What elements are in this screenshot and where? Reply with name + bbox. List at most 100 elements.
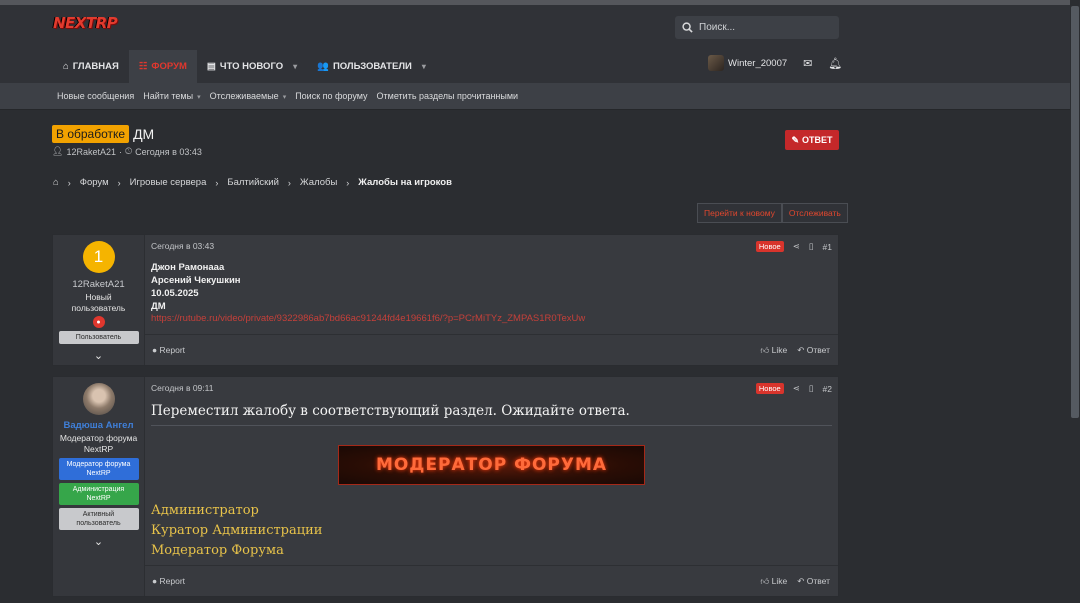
chevron-right-icon: › (67, 177, 71, 188)
tab-users-label: ПОЛЬЗОВАТЕЛИ (332, 61, 412, 72)
thread-author[interactable]: 12RaketA21 (66, 147, 116, 157)
post-reply-button[interactable]: ↶ Ответ (797, 345, 830, 356)
share-icon[interactable]: ⋖ (793, 383, 800, 394)
chevron-right-icon: › (346, 177, 350, 188)
avatar[interactable]: 1 (82, 241, 115, 273)
logo-text: NEXTRP (53, 14, 118, 32)
mail-icon[interactable]: ✉ (803, 57, 812, 70)
whats-new-icon: ▤ (206, 61, 216, 72)
new-badge: Новое (755, 241, 784, 252)
post-meta-actions: Новое ⋖ ▯ #1 (755, 241, 832, 252)
subnav-search-forum[interactable]: Поиск по форуму (295, 91, 367, 101)
chevron-down-icon[interactable]: ▾ (197, 94, 201, 101)
search-input[interactable] (699, 22, 829, 33)
chevron-down-icon[interactable]: ▾ (293, 62, 297, 71)
bookmark-icon[interactable]: ▯ (809, 241, 814, 252)
subnav-new-posts[interactable]: Новые сообщения (57, 91, 134, 101)
bookmark-icon[interactable]: ▯ (809, 383, 814, 394)
post-date[interactable]: Сегодня в 03:43 (151, 241, 214, 252)
chevron-down-icon[interactable]: ▾ (283, 94, 287, 101)
report-label: Report (159, 576, 186, 586)
scrollbar-thumb[interactable] (1071, 6, 1079, 418)
thread-title-row: В обработке ДМ (52, 125, 154, 143)
like-button[interactable]: 👍︎ Like (760, 345, 787, 356)
like-label: Like (771, 344, 788, 355)
post-number[interactable]: #2 (823, 384, 832, 394)
subnav-watched[interactable]: Отслеживаемые ▾ (210, 91, 287, 101)
breadcrumb-item[interactable]: Форум (80, 177, 109, 188)
thread-prefix-badge[interactable]: В обработке (52, 125, 130, 143)
sub-navigation: Новые сообщения Найти темы ▾ Отслеживаемы… (0, 83, 1070, 110)
like-button[interactable]: 👍︎ Like (760, 576, 787, 587)
tab-users[interactable]: 👥 ПОЛЬЗОВАТЕЛИ ▾ (307, 50, 436, 83)
post-1: 1 12RaketA21 Новый пользователь ● Пользо… (52, 234, 839, 366)
breadcrumb-item[interactable]: Жалобы (300, 177, 337, 188)
post-message: Переместил жалобу в соответствующий разд… (151, 403, 630, 419)
clock-icon: 🕓︎ (124, 146, 133, 156)
post-reply-label: Ответ (806, 575, 830, 586)
report-link[interactable]: ● Report (152, 345, 185, 355)
chevron-down-icon[interactable]: ⌄ (94, 535, 103, 548)
home-icon: ⌂ (63, 61, 69, 72)
breadcrumb-current[interactable]: Жалобы на игроков (358, 177, 452, 188)
signature-line: Куратор Администрации (151, 523, 323, 538)
signature-line: Администратор (151, 503, 259, 518)
report-link[interactable]: ● Report (152, 576, 185, 586)
tab-whats-new[interactable]: ▤ ЧТО НОВОГО ▾ (197, 50, 307, 83)
chevron-right-icon: › (215, 177, 219, 188)
post-2: Вадюша Ангел Модератор форума NextRP Мод… (52, 376, 839, 597)
tab-home[interactable]: ⌂ ГЛАВНАЯ (53, 50, 129, 83)
subnav-find-threads[interactable]: Найти темы ▾ (143, 91, 200, 101)
reply-button[interactable]: ✎ ОТВЕТ (785, 130, 839, 150)
chevron-down-icon[interactable]: ▾ (422, 62, 426, 71)
signature-divider (151, 425, 832, 426)
breadcrumb-item[interactable]: Балтийский (227, 177, 279, 188)
watch-button[interactable]: Отслеживать (781, 203, 848, 223)
post-footer: ● Report 👍︎ Like ↶ Ответ (145, 565, 838, 596)
post-body: Джон Рамонааа Арсений Чекушкин 10.05.202… (151, 261, 832, 324)
tab-forum[interactable]: ☷ ФОРУМ (128, 50, 197, 83)
report-label: Report (159, 345, 186, 355)
thumbs-up-icon: 👍︎ (760, 575, 770, 586)
share-icon[interactable]: ⋖ (793, 241, 800, 252)
post-username[interactable]: 12RaketA21 (72, 279, 124, 290)
post-username[interactable]: Вадюша Ангел (63, 420, 133, 431)
site-logo[interactable]: NEXTRP (53, 14, 118, 36)
like-label: Like (771, 575, 788, 586)
reply-arrow-icon: ↶ (797, 344, 805, 355)
bell-icon[interactable]: 🔔︎ (828, 57, 842, 70)
account-username[interactable]: Winter_20007 (728, 58, 787, 69)
user-title: Новый пользователь (71, 292, 126, 313)
post-user-info: 1 12RaketA21 Новый пользователь ● Пользо… (53, 235, 145, 365)
thread-actions: Перейти к новому Отслеживать (697, 203, 848, 223)
post-reply-button[interactable]: ↶ Ответ (797, 576, 830, 587)
user-banner-moderator: Модератор форума NextRP (58, 458, 139, 480)
signature-banner: МОДЕРАТОР ФОРУМА (338, 445, 645, 485)
thumbs-up-icon: 👍︎ (760, 344, 770, 355)
search-box[interactable] (675, 16, 839, 39)
pencil-icon: ✎ (791, 134, 800, 145)
post-date[interactable]: Сегодня в 09:11 (151, 383, 213, 394)
reply-button-label: ОТВЕТ (802, 135, 833, 145)
breadcrumb-item[interactable]: Игровые сервера (130, 177, 207, 188)
home-icon[interactable]: ⌂ (53, 177, 59, 188)
signature-line: Модератор Форума (151, 543, 284, 558)
post-number[interactable]: #1 (823, 242, 832, 252)
meta-separator: · (118, 146, 122, 157)
chevron-right-icon: › (287, 177, 291, 188)
new-badge: Новое (755, 383, 784, 394)
user-icon: 👤︎ (52, 146, 64, 156)
user-badge-icon: ● (92, 316, 105, 328)
site-header: NEXTRP ⌂ ГЛАВНАЯ ☷ ФОРУМ ▤ ЧТО НОВОГО ▾ … (0, 5, 1070, 83)
chevron-down-icon[interactable]: ⌄ (94, 349, 103, 362)
page-scrollbar[interactable] (1070, 0, 1080, 603)
avatar[interactable] (708, 55, 724, 71)
avatar[interactable] (82, 383, 115, 415)
subnav-find-threads-label: Найти темы (143, 91, 194, 101)
goto-new-button[interactable]: Перейти к новому (697, 203, 782, 223)
thread-date[interactable]: Сегодня в 03:43 (135, 147, 202, 157)
thread-meta: 👤︎ 12RaketA21 · 🕓︎ Сегодня в 03:43 (52, 146, 202, 157)
post-content: Сегодня в 09:11 Новое ⋖ ▯ #2 Переместил … (145, 377, 838, 596)
subnav-mark-read[interactable]: Отметить разделы прочитанными (377, 91, 519, 101)
video-link[interactable]: https://rutube.ru/video/private/9322986a… (151, 313, 832, 324)
